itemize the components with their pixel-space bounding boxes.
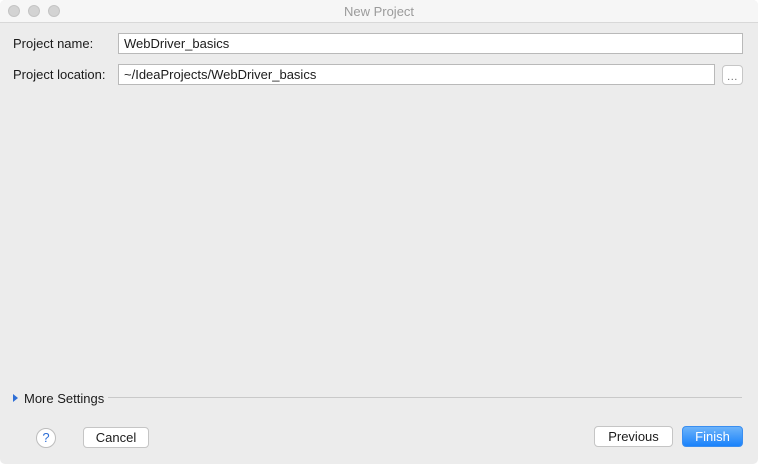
new-project-dialog: New Project Project name: WebDriver_basi… [0, 0, 758, 464]
project-name-input[interactable]: WebDriver_basics [118, 33, 743, 54]
more-settings-toggle[interactable]: More Settings [13, 390, 104, 406]
more-settings-separator [108, 397, 742, 398]
browse-location-button[interactable]: ... [722, 65, 743, 85]
window-title: New Project [343, 4, 415, 19]
project-location-label: Project location: [13, 67, 106, 82]
project-location-input[interactable]: ~/IdeaProjects/WebDriver_basics [118, 64, 715, 85]
help-button[interactable]: ? [36, 428, 56, 448]
more-settings-label: More Settings [24, 390, 105, 406]
project-name-label: Project name: [13, 36, 94, 51]
previous-button[interactable]: Previous [594, 426, 673, 447]
disclosure-triangle-icon [13, 394, 18, 402]
title-bar: New Project [0, 0, 758, 23]
finish-button[interactable]: Finish [682, 426, 743, 447]
cancel-button[interactable]: Cancel [83, 427, 149, 448]
